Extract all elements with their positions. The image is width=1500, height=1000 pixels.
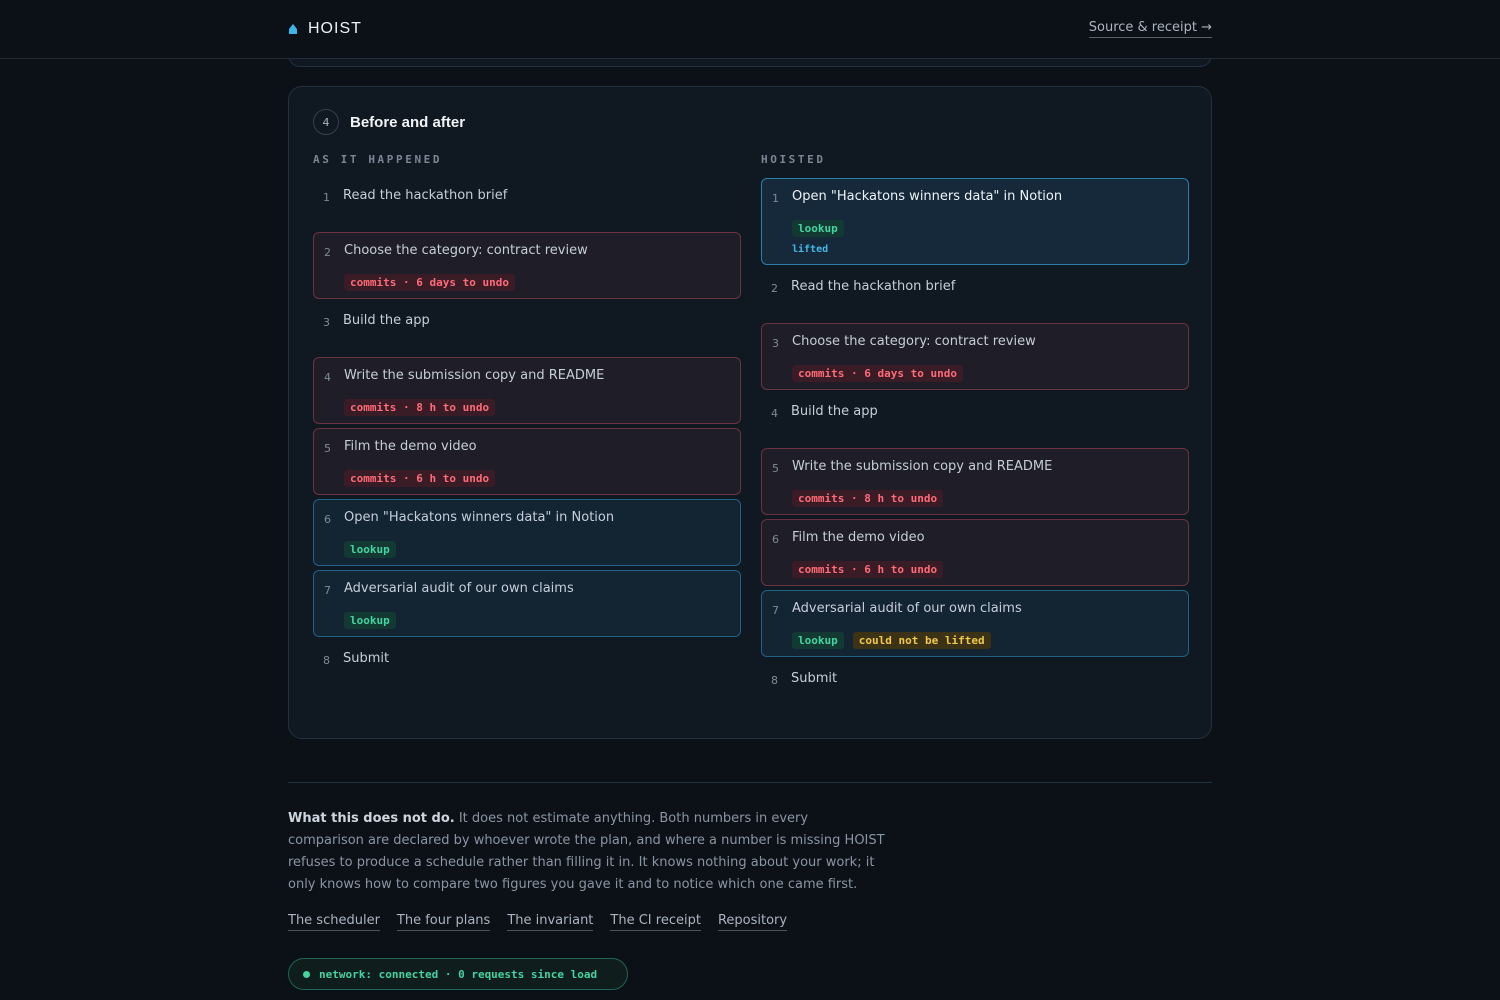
before-step: 6 Open "Hackatons winners data" in Notio… <box>313 499 741 566</box>
step-number: 6 <box>772 533 779 546</box>
step-number: 8 <box>771 674 778 687</box>
lifted-note: lifted <box>792 244 829 255</box>
step-text: Open "Hackatons winners data" in Notion <box>792 189 1063 204</box>
before-step: 8 Submit <box>313 641 741 691</box>
source-receipt-link[interactable]: Source & receipt → <box>1088 20 1212 38</box>
after-step: 6 Film the demo video commits · 6 h to u… <box>761 519 1189 586</box>
before-step: 4 Write the submission copy and README c… <box>313 357 741 424</box>
step-text: Film the demo video <box>344 439 477 454</box>
status-dot-icon <box>303 970 310 978</box>
network-status-pill: network: connected · 0 requests since lo… <box>288 958 628 990</box>
step-text: Read the hackathon brief <box>791 279 956 294</box>
step-text: Read the hackathon brief <box>343 188 508 203</box>
commit-tag: commits · 6 days to undo <box>792 365 963 382</box>
before-step: 3 Build the app <box>313 303 741 353</box>
link-repository[interactable]: Repository <box>717 913 788 931</box>
after-step: 4 Build the app <box>761 394 1189 444</box>
lookup-tag: lookup <box>344 612 396 629</box>
step-text: Submit <box>791 671 838 686</box>
step-number: 5 <box>772 462 779 475</box>
after-column: HOISTED 1 Open "Hackatons winners data" … <box>761 153 1189 715</box>
after-step: 7 Adversarial audit of our own claims lo… <box>761 590 1189 657</box>
step-number: 7 <box>772 604 779 617</box>
step-number: 1 <box>323 191 330 204</box>
step-number: 4 <box>771 407 778 420</box>
step-text: Open "Hackatons winners data" in Notion <box>344 510 615 525</box>
step-text: Choose the category: contract review <box>344 243 588 258</box>
before-step: 2 Choose the category: contract review c… <box>313 232 741 299</box>
before-step: 7 Adversarial audit of our own claims lo… <box>313 570 741 637</box>
step-text: Build the app <box>791 404 878 419</box>
step-number: 4 <box>324 371 331 384</box>
link-scheduler[interactable]: The scheduler <box>288 913 380 931</box>
footer-divider <box>288 782 1212 783</box>
link-four-plans[interactable]: The four plans <box>396 913 491 931</box>
before-column: AS IT HAPPENED 1 Read the hackathon brie… <box>313 153 741 695</box>
could-not-lift-tag: could not be lifted <box>852 632 991 649</box>
step-text: Write the submission copy and README <box>344 368 605 383</box>
after-heading: HOISTED <box>761 153 826 166</box>
network-status-text: network: connected · 0 requests since lo… <box>319 967 598 981</box>
lookup-tag: lookup <box>792 632 844 649</box>
step-number: 7 <box>324 584 331 597</box>
section-number-badge: 4 <box>313 109 339 135</box>
step-text: Film the demo video <box>792 530 925 545</box>
section-title: Before and after <box>350 113 466 131</box>
step-number: 1 <box>772 192 779 205</box>
step-text: Adversarial audit of our own claims <box>792 601 1022 616</box>
step-text: Adversarial audit of our own claims <box>344 581 574 596</box>
step-text: Write the submission copy and README <box>792 459 1053 474</box>
disclaimer-lead: What this does not do. <box>288 811 455 826</box>
step-text: Submit <box>343 651 390 666</box>
step-text: Choose the category: contract review <box>792 334 1036 349</box>
commit-tag: commits · 6 h to undo <box>344 470 496 487</box>
step-number: 8 <box>323 654 330 667</box>
brand[interactable]: HOIST <box>288 20 362 38</box>
commit-tag: commits · 8 h to undo <box>344 399 496 416</box>
before-step: 5 Film the demo video commits · 6 h to u… <box>313 428 741 495</box>
step-number: 2 <box>771 282 778 295</box>
before-heading: AS IT HAPPENED <box>313 153 443 166</box>
step-number: 3 <box>323 316 330 329</box>
before-after-card: 4 Before and after AS IT HAPPENED 1 Read… <box>288 86 1212 739</box>
step-text: Build the app <box>343 313 430 328</box>
lookup-tag: lookup <box>344 541 396 558</box>
link-ci-receipt[interactable]: The CI receipt <box>610 913 701 931</box>
after-step: 8 Submit <box>761 661 1189 711</box>
commit-tag: commits · 6 days to undo <box>344 274 515 291</box>
step-number: 2 <box>324 246 331 259</box>
after-step-lifted: 1 Open "Hackatons winners data" in Notio… <box>761 178 1189 265</box>
link-invariant[interactable]: The invariant <box>507 913 594 931</box>
top-bar: HOIST Source & receipt → <box>0 0 1500 59</box>
disclaimer: What this does not do. It does not estim… <box>288 808 888 896</box>
step-number: 6 <box>324 513 331 526</box>
after-step: 2 Read the hackathon brief <box>761 269 1189 319</box>
before-step: 1 Read the hackathon brief <box>313 178 741 228</box>
section-header: 4 Before and after <box>313 109 465 135</box>
commit-tag: commits · 8 h to undo <box>792 490 944 507</box>
commit-tag: commits · 6 h to undo <box>792 561 944 578</box>
step-number: 3 <box>772 337 779 350</box>
footer-links: The scheduler The four plans The invaria… <box>288 913 788 931</box>
lookup-tag: lookup <box>792 220 844 237</box>
brand-name: HOIST <box>308 20 362 37</box>
after-step: 5 Write the submission copy and README c… <box>761 448 1189 515</box>
step-number: 5 <box>324 442 331 455</box>
hoist-arrow-icon <box>288 23 298 35</box>
after-step: 3 Choose the category: contract review c… <box>761 323 1189 390</box>
